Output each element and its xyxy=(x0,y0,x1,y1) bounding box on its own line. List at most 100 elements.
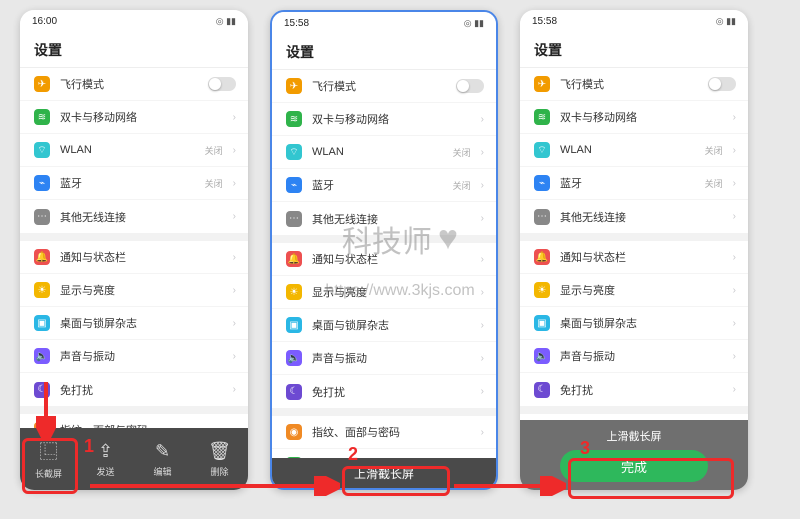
row-label: 飞行模式 xyxy=(312,78,446,94)
clock: 15:58 xyxy=(284,18,309,29)
chevron-right-icon: › xyxy=(233,112,236,123)
row-label: 声音与振动 xyxy=(312,350,471,366)
row-value: 关闭 xyxy=(453,146,471,159)
row-sim[interactable]: ≋ 双卡与移动网络 › xyxy=(20,101,248,134)
row-assist[interactable]: ✦智能便捷› xyxy=(272,449,496,458)
row-bluetooth[interactable]: ⌁蓝牙关闭› xyxy=(272,169,496,202)
page-title: 设置 xyxy=(20,32,248,68)
clock: 15:58 xyxy=(532,16,557,27)
row-label: 声音与振动 xyxy=(560,348,723,364)
row-wlan[interactable]: ⌔WLAN关闭› xyxy=(272,136,496,169)
edit-button[interactable]: ✎ 编辑 xyxy=(134,428,191,490)
sun-icon: ☀ xyxy=(286,284,302,300)
sim-icon: ≋ xyxy=(34,109,50,125)
row-dnd[interactable]: ☾免打扰› xyxy=(520,373,748,406)
chevron-right-icon: › xyxy=(481,427,484,438)
clock: 16:00 xyxy=(32,16,57,27)
scroll-capture-overlay: 上滑截长屏 完成 xyxy=(520,420,748,490)
row-connections[interactable]: ⋯其他无线连接› xyxy=(272,202,496,235)
screenshot-toolbar: ⿺ 长截屏 ⇪ 发送 ✎ 编辑 🗑 删除 xyxy=(20,428,248,490)
airplane-toggle[interactable] xyxy=(456,79,484,93)
row-label: 飞行模式 xyxy=(560,76,698,92)
row-connections[interactable]: ⋯其他无线连接› xyxy=(520,200,748,233)
row-dnd[interactable]: ☾ 免打扰 › xyxy=(20,373,248,406)
row-display[interactable]: ☀显示与亮度› xyxy=(272,276,496,309)
chevron-right-icon: › xyxy=(233,178,236,189)
btn-label: 编辑 xyxy=(153,465,171,478)
row-value: 关闭 xyxy=(205,177,223,190)
chevron-right-icon: › xyxy=(233,318,236,329)
row-sound[interactable]: 🔈声音与振动› xyxy=(520,340,748,373)
bluetooth-icon: ⌁ xyxy=(534,175,550,191)
bluetooth-icon: ⌁ xyxy=(286,177,302,193)
bell-icon: 🔔 xyxy=(286,251,302,267)
row-sound[interactable]: 🔈声音与振动› xyxy=(272,342,496,375)
wallpaper-icon: ▣ xyxy=(34,315,50,331)
settings-list[interactable]: ✈飞行模式 ≋双卡与移动网络› ⌔WLAN关闭› ⌁蓝牙关闭› ⋯其他无线连接›… xyxy=(520,68,748,420)
row-label: 双卡与移动网络 xyxy=(312,111,471,127)
row-label: 双卡与移动网络 xyxy=(560,109,723,125)
row-label: 显示与亮度 xyxy=(560,282,723,298)
row-fingerprint[interactable]: ◉ 指纹、面部与密码 › xyxy=(20,414,248,428)
scroll-capture-button[interactable]: 上滑截长屏 xyxy=(354,465,414,482)
chevron-right-icon: › xyxy=(233,211,236,222)
row-value: 关闭 xyxy=(453,179,471,192)
row-value: 关闭 xyxy=(705,177,723,190)
bell-icon: 🔔 xyxy=(34,249,50,265)
row-sim[interactable]: ≋双卡与移动网络› xyxy=(272,103,496,136)
row-wallpaper[interactable]: ▣ 桌面与锁屏杂志 › xyxy=(20,307,248,340)
row-label: 其他无线连接 xyxy=(60,209,223,225)
chevron-right-icon: › xyxy=(733,211,736,222)
chevron-right-icon: › xyxy=(733,178,736,189)
chevron-right-icon: › xyxy=(233,252,236,263)
delete-button[interactable]: 🗑 删除 xyxy=(191,428,248,490)
row-display[interactable]: ☀ 显示与亮度 › xyxy=(20,274,248,307)
row-display[interactable]: ☀显示与亮度› xyxy=(520,274,748,307)
trash-icon: 🗑 xyxy=(208,441,231,462)
chevron-right-icon: › xyxy=(233,384,236,395)
row-sim[interactable]: ≋双卡与移动网络› xyxy=(520,101,748,134)
row-airplane[interactable]: ✈ 飞行模式 xyxy=(20,68,248,101)
row-label: 飞行模式 xyxy=(60,76,198,92)
row-sound[interactable]: 🔈 声音与振动 › xyxy=(20,340,248,373)
status-icons: ◎ ▮▮ xyxy=(464,18,484,29)
row-notifications[interactable]: 🔔通知与状态栏› xyxy=(272,243,496,276)
page-title: 设置 xyxy=(272,34,496,70)
row-wlan[interactable]: ⌔WLAN关闭› xyxy=(520,134,748,167)
sun-icon: ☀ xyxy=(34,282,50,298)
airplane-toggle[interactable] xyxy=(208,77,236,91)
row-notifications[interactable]: 🔔通知与状态栏› xyxy=(520,241,748,274)
airplane-icon: ✈ xyxy=(534,76,550,92)
row-label: 桌面与锁屏杂志 xyxy=(60,315,223,331)
row-airplane[interactable]: ✈ 飞行模式 xyxy=(520,68,748,101)
row-connections[interactable]: ⋯ 其他无线连接 › xyxy=(20,200,248,233)
row-wallpaper[interactable]: ▣桌面与锁屏杂志› xyxy=(272,309,496,342)
btn-label: 长截屏 xyxy=(35,467,62,480)
settings-list[interactable]: ✈ 飞行模式 ≋ 双卡与移动网络 › ⌔ WLAN 关闭 › xyxy=(20,68,248,428)
row-label: WLAN xyxy=(60,144,195,156)
settings-list[interactable]: ✈飞行模式 ≋双卡与移动网络› ⌔WLAN关闭› ⌁蓝牙关闭› ⋯其他无线连接›… xyxy=(272,70,496,458)
row-label: 桌面与锁屏杂志 xyxy=(560,315,723,331)
chevron-right-icon: › xyxy=(481,287,484,298)
row-dnd[interactable]: ☾免打扰› xyxy=(272,375,496,408)
btn-label: 删除 xyxy=(210,465,228,478)
row-fingerprint[interactable]: ◉指纹、面部与密码› xyxy=(272,416,496,449)
airplane-toggle[interactable] xyxy=(708,77,736,91)
row-label: WLAN xyxy=(312,146,443,158)
sim-icon: ≋ xyxy=(286,111,302,127)
row-wallpaper[interactable]: ▣桌面与锁屏杂志› xyxy=(520,307,748,340)
row-airplane[interactable]: ✈飞行模式 xyxy=(272,70,496,103)
share-icon: ⇪ xyxy=(98,441,113,462)
row-wlan[interactable]: ⌔ WLAN 关闭 › xyxy=(20,134,248,167)
phone-mock-3: 15:58 ◎ ▮▮ 设置 ✈飞行模式 ≋双卡与移动网络› ⌔WLAN关闭› ⌁… xyxy=(520,10,748,490)
chevron-right-icon: › xyxy=(733,384,736,395)
row-bluetooth[interactable]: ⌁蓝牙关闭› xyxy=(520,167,748,200)
row-label: 显示与亮度 xyxy=(60,282,223,298)
row-label: 其他无线连接 xyxy=(560,209,723,225)
crop-button[interactable]: ⿺ 长截屏 xyxy=(20,428,77,490)
annotation-number-1: 1 xyxy=(84,436,94,457)
fingerprint-icon: ◉ xyxy=(286,424,302,440)
row-notifications[interactable]: 🔔 通知与状态栏 › xyxy=(20,241,248,274)
row-bluetooth[interactable]: ⌁ 蓝牙 关闭 › xyxy=(20,167,248,200)
row-label: 免打扰 xyxy=(312,384,471,400)
